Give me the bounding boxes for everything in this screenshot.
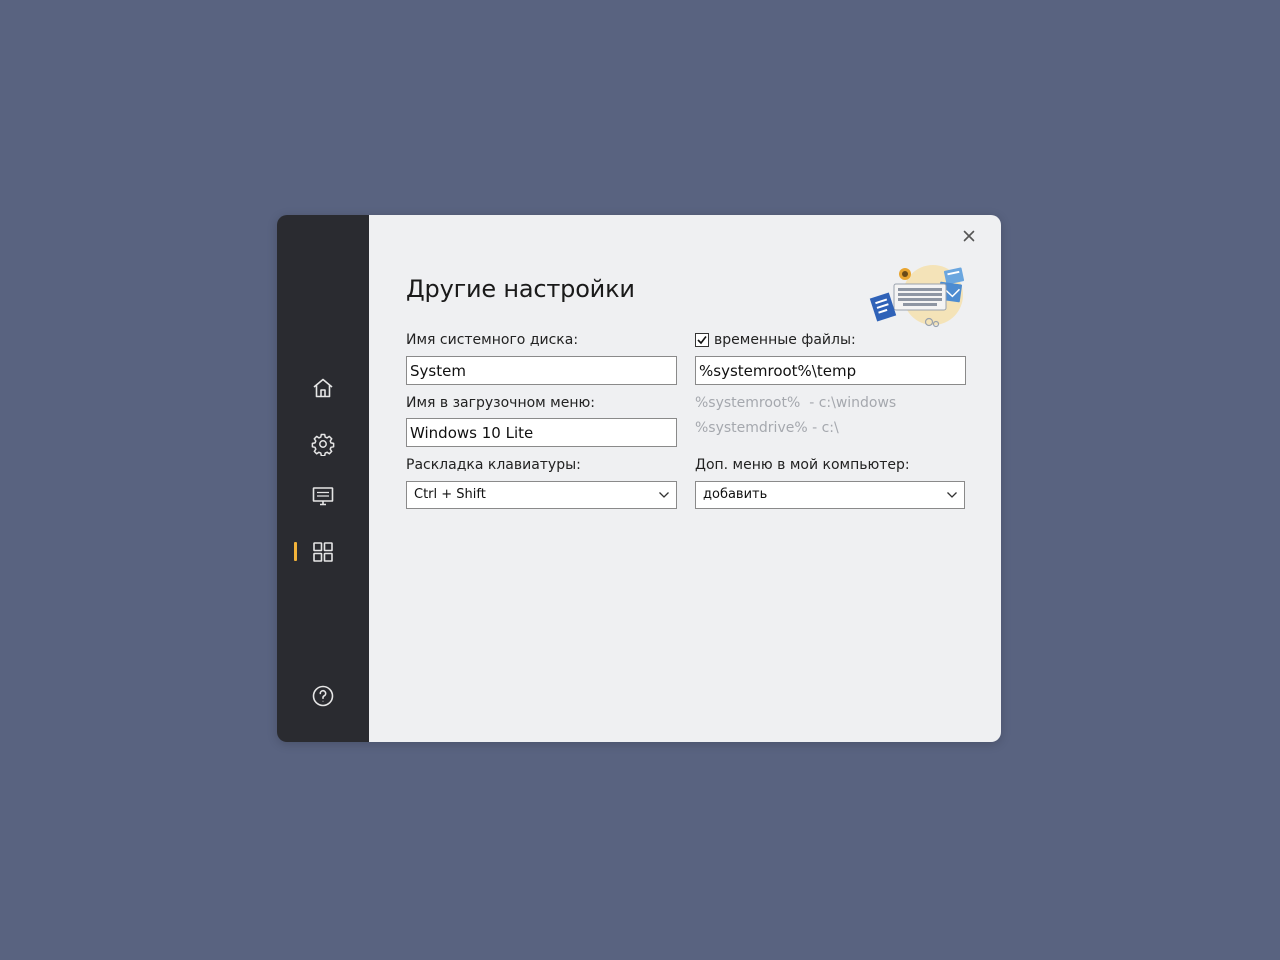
- nav-display[interactable]: [277, 476, 369, 516]
- hint-systemdrive: %systemdrive% - c:\: [695, 420, 839, 436]
- system-disk-label: Имя системного диска:: [406, 332, 579, 348]
- my-computer-menu-label: Доп. меню в мой компьютер:: [695, 457, 910, 473]
- temp-files-input[interactable]: [695, 356, 966, 385]
- sidebar: [277, 215, 369, 742]
- help-icon: [312, 685, 334, 707]
- keyboard-layout-label: Раскладка клавиатуры:: [406, 457, 581, 473]
- page-title: Другие настройки: [406, 275, 635, 303]
- temp-files-checkbox[interactable]: [695, 333, 709, 347]
- my-computer-menu-value: добавить: [703, 487, 768, 502]
- grid-icon: [313, 542, 333, 562]
- nav-home[interactable]: [277, 368, 369, 408]
- content-panel: Другие настройки Имя системного диска: S…: [369, 215, 1001, 742]
- nav-apps[interactable]: [277, 532, 369, 572]
- home-icon: [313, 378, 333, 398]
- close-button[interactable]: [959, 226, 979, 246]
- temp-files-label: временные файлы:: [714, 332, 856, 348]
- nav-settings[interactable]: [277, 424, 369, 464]
- keyboard-layout-value: Ctrl + Shift: [414, 487, 486, 502]
- boot-menu-label: Имя в загрузочном меню:: [406, 395, 595, 411]
- hint-systemroot: %systemroot% - c:\windows: [695, 395, 897, 411]
- boot-menu-input[interactable]: [406, 418, 677, 447]
- chevron-down-icon: [947, 492, 957, 498]
- keyboard-illustration: [869, 265, 965, 328]
- gear-icon: [311, 433, 335, 456]
- checkmark-icon: [697, 336, 707, 345]
- chevron-down-icon: [659, 492, 669, 498]
- my-computer-menu-select[interactable]: добавить: [695, 481, 965, 509]
- keyboard-layout-select[interactable]: Ctrl + Shift: [406, 481, 677, 509]
- system-disk-input[interactable]: [406, 356, 677, 385]
- settings-window: Другие настройки Имя системного диска: S…: [277, 215, 1001, 742]
- close-icon: [963, 230, 975, 242]
- monitor-icon: [312, 487, 334, 506]
- nav-help[interactable]: [277, 676, 369, 716]
